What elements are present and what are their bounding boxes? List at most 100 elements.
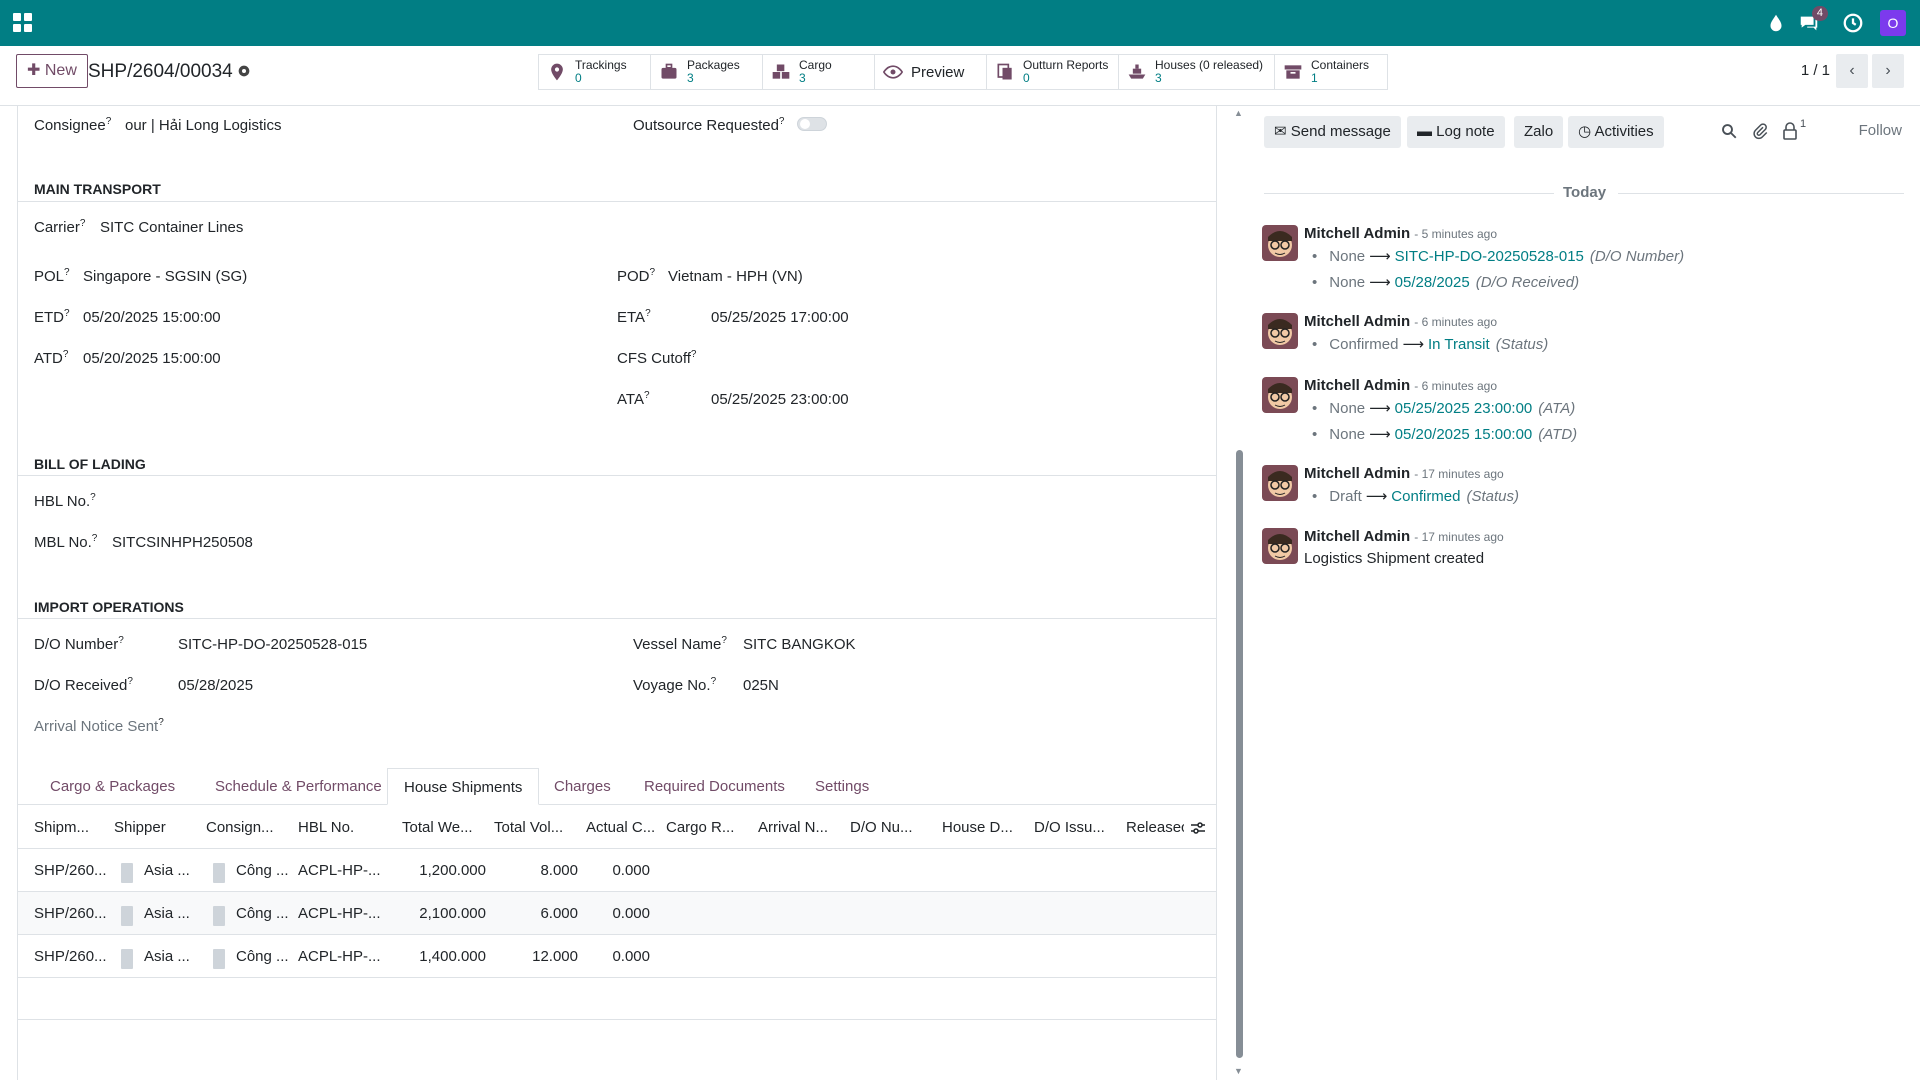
scrollbar-thumb[interactable] [1236,450,1243,1058]
new-value: SITC-HP-DO-20250528-015 [1394,248,1584,265]
zalo-button[interactable]: Zalo [1514,116,1564,148]
divider [18,1019,1216,1020]
vessel-name-field[interactable]: SITC BANGKOK [743,636,856,653]
column-header[interactable]: Consign... [206,819,274,836]
paperclip-icon[interactable] [1751,122,1769,140]
column-header[interactable]: Arrival N... [758,819,828,836]
message-author: Mitchell Admin - 5 minutes ago [1304,225,1498,242]
tab-house-shipments[interactable]: House Shipments [387,768,540,805]
outsource-toggle[interactable] [797,117,827,131]
eta-label: ETA? [617,308,651,326]
column-header[interactable]: Total Vol... [494,819,563,836]
column-header[interactable]: Cargo R... [666,819,734,836]
column-header[interactable]: HBL No. [298,819,354,836]
column-header[interactable]: Releasec [1126,819,1184,836]
tab-charges[interactable]: Charges [538,768,627,805]
log-note-button[interactable]: ▬ Log note [1407,116,1505,148]
mbl-field[interactable]: SITCSINHPH250508 [112,534,253,551]
cell-actual: 0.000 [612,862,650,879]
pager-value[interactable]: 1 / 1 [1801,62,1830,79]
column-header[interactable]: Shipper [114,819,166,836]
column-header[interactable]: Shipm... [34,819,89,836]
scroll-down-icon[interactable]: ▼ [1234,1066,1243,1076]
avatar[interactable] [1262,225,1298,261]
avatar[interactable] [1262,313,1298,349]
user-avatar[interactable]: O [1880,10,1906,36]
vertical-scrollbar[interactable]: ▲ ▼ [1232,106,1246,1080]
tab-cargo-packages[interactable]: Cargo & Packages [34,768,191,805]
send-message-label: Send message [1290,123,1391,140]
column-header[interactable]: House D... [942,819,1013,836]
field-name: (ATD) [1538,426,1578,443]
scroll-up-icon[interactable]: ▲ [1234,108,1243,118]
packages-label: Packages [687,58,740,72]
etd-field[interactable]: 05/20/2025 15:00:00 [83,309,221,326]
pager-previous-button[interactable]: ‹ [1836,54,1868,88]
cell-consignee: Công ... [236,948,289,965]
ata-field[interactable]: 05/25/2025 23:00:00 [711,391,849,408]
message-author: Mitchell Admin - 6 minutes ago [1304,313,1498,330]
trackings-button[interactable]: Trackings 0 [539,55,651,89]
chat-icon[interactable]: 4 [1798,6,1828,34]
cubes-icon [772,64,790,79]
column-header[interactable]: D/O Issu... [1034,819,1105,836]
followers-button[interactable]: 1 [1782,118,1806,145]
clock-icon[interactable] [1842,12,1864,34]
table-row[interactable]: SHP/260... Asia ... Công ... ACPL-HP-...… [18,892,1216,935]
packages-button[interactable]: Packages 3 [651,55,763,89]
consignee-field[interactable]: our | Hải Long Logistics [125,117,281,134]
search-icon[interactable] [1720,122,1738,140]
follow-button[interactable]: Follow [1859,122,1902,139]
new-button[interactable]: ✚ New [16,54,88,88]
cargo-count: 3 [799,71,806,85]
column-header[interactable]: Total We... [402,819,473,836]
do-received-field[interactable]: 05/28/2025 [178,677,253,694]
arrival-notice-label: Arrival Notice Sent? [34,717,164,735]
chatter-panel: ✉ Send message ▬ Log note Zalo ◷ Activit… [1248,106,1920,1080]
preview-button[interactable]: Preview [875,55,987,89]
pol-field[interactable]: Singapore - SGSIN (SG) [83,268,247,285]
outturn-reports-button[interactable]: Outturn Reports 0 [987,55,1119,89]
building-icon [121,906,133,926]
tab-settings[interactable]: Settings [799,768,885,805]
tracking-change: • Confirmed ⟶ In Transit (Status) [1312,336,1549,353]
table-row[interactable]: SHP/260... Asia ... Công ... ACPL-HP-...… [18,849,1216,892]
gear-icon[interactable] [236,63,252,79]
do-number-field[interactable]: SITC-HP-DO-20250528-015 [178,636,367,653]
avatar[interactable] [1262,528,1298,564]
houses-button[interactable]: Houses (0 released) 3 [1119,55,1275,89]
column-header[interactable]: Actual C... [586,819,655,836]
tab-schedule-performance[interactable]: Schedule & Performance [199,768,398,805]
table-row[interactable]: SHP/260... Asia ... Công ... ACPL-HP-...… [18,935,1216,978]
carrier-field[interactable]: SITC Container Lines [100,219,243,236]
containers-button[interactable]: Containers 1 [1275,55,1387,89]
control-panel: ✚ New SHP/2604/00034 Trackings 0 Packages… [0,46,1920,106]
pod-field[interactable]: Vietnam - HPH (VN) [668,268,803,285]
avatar[interactable] [1262,377,1298,413]
divider [1264,193,1554,194]
packages-count: 3 [687,71,694,85]
activities-button[interactable]: ◷ Activities [1568,116,1664,148]
droplet-icon[interactable] [1765,12,1787,34]
field-name: (Status) [1495,336,1549,353]
cell-shipment: SHP/260... [34,862,107,879]
cell-volume: 12.000 [532,948,578,965]
trackings-label: Trackings [575,58,627,72]
tracking-change: • Draft ⟶ Confirmed (Status) [1312,488,1520,505]
tab-required-documents[interactable]: Required Documents [628,768,801,805]
send-message-button[interactable]: ✉ Send message [1264,116,1401,148]
voyage-no-field[interactable]: 025N [743,677,779,694]
new-value: 05/20/2025 15:00:00 [1394,426,1533,443]
atd-field[interactable]: 05/20/2025 15:00:00 [83,350,221,367]
message-time: - 6 minutes ago [1414,379,1498,393]
avatar[interactable] [1262,465,1298,501]
column-settings-icon[interactable] [1190,820,1206,836]
pager-next-button[interactable]: › [1872,54,1904,88]
houses-label: Houses (0 released) [1155,58,1264,72]
eta-field[interactable]: 05/25/2025 17:00:00 [711,309,849,326]
app-menu-icon[interactable] [13,13,33,33]
column-header[interactable]: D/O Nu... [850,819,913,836]
new-value: Confirmed [1391,488,1461,505]
new-value: 05/25/2025 23:00:00 [1394,400,1533,417]
cargo-button[interactable]: Cargo 3 [763,55,875,89]
